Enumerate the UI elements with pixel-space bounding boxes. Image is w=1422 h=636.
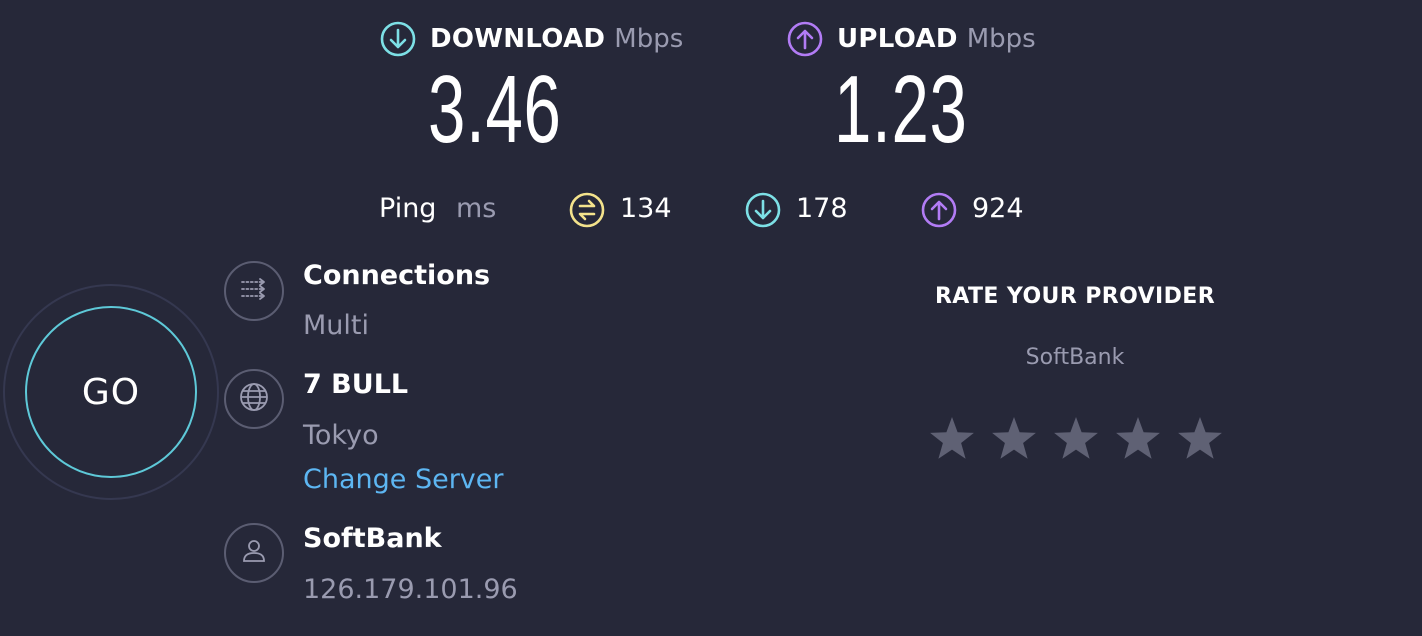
arrow-down-circle-icon xyxy=(380,21,416,57)
download-title: DOWNLOAD xyxy=(430,24,606,54)
go-button-label: GO xyxy=(81,371,141,413)
globe-icon xyxy=(238,381,270,417)
connections-title: Connections xyxy=(303,260,491,291)
user-icon-wrap xyxy=(224,523,284,583)
arrow-up-circle-icon xyxy=(787,21,823,57)
user-icon xyxy=(238,535,270,571)
connections-icon xyxy=(238,273,270,309)
star-rating xyxy=(928,414,1224,462)
upload-value: 1.23 xyxy=(834,56,968,163)
provider-name: SoftBank xyxy=(303,523,442,554)
go-button[interactable]: GO xyxy=(25,306,197,478)
ping-unit: ms xyxy=(456,193,497,224)
upload-title: UPLOAD xyxy=(837,24,958,54)
star-icon[interactable] xyxy=(1052,414,1100,462)
ping-unloaded-value: 134 xyxy=(620,193,672,224)
connections-icon-wrap[interactable] xyxy=(224,261,284,321)
upload-header: UPLOAD Mbps xyxy=(787,19,1036,59)
upload-unit: Mbps xyxy=(966,24,1036,54)
change-server-link[interactable]: Change Server xyxy=(303,464,504,495)
provider-ip: 126.179.101.96 xyxy=(303,574,518,605)
arrow-down-circle-icon xyxy=(745,192,781,228)
jitter-icon xyxy=(569,192,605,228)
download-header: DOWNLOAD Mbps xyxy=(380,19,683,59)
ping-upload-value: 924 xyxy=(972,193,1024,224)
server-name: 7 BULL xyxy=(303,369,409,400)
star-icon[interactable] xyxy=(990,414,1038,462)
ping-download-value: 178 xyxy=(796,193,848,224)
rate-provider-title: RATE YOUR PROVIDER xyxy=(934,284,1216,309)
rate-provider-name: SoftBank xyxy=(1025,345,1125,370)
ping-label: Ping xyxy=(379,193,437,224)
star-icon[interactable] xyxy=(928,414,976,462)
globe-icon-wrap xyxy=(224,369,284,429)
arrow-up-circle-icon xyxy=(921,192,957,228)
download-unit: Mbps xyxy=(614,24,684,54)
star-icon[interactable] xyxy=(1114,414,1162,462)
star-icon[interactable] xyxy=(1176,414,1224,462)
connections-value[interactable]: Multi xyxy=(303,310,369,341)
server-location: Tokyo xyxy=(303,420,379,451)
download-value: 3.46 xyxy=(428,56,562,163)
